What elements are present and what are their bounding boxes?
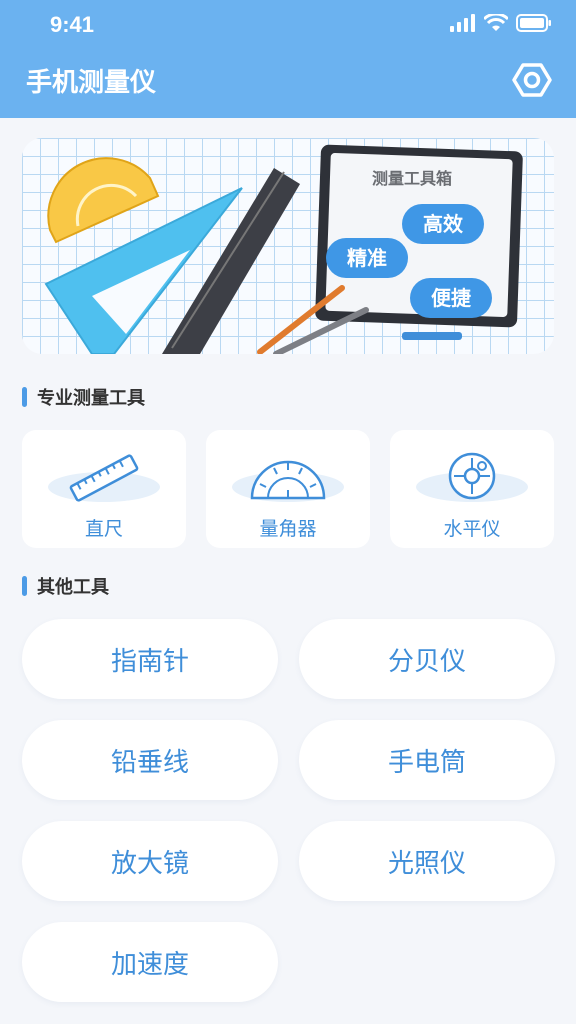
- settings-button[interactable]: [512, 60, 552, 100]
- tool-button-magnifier[interactable]: 放大镜: [22, 821, 278, 901]
- section-header-pro: 专业测量工具: [22, 384, 145, 410]
- status-icons: [450, 14, 552, 32]
- tool-button-light-meter[interactable]: 光照仪: [299, 821, 555, 901]
- protractor-illustration: [47, 157, 160, 244]
- section-marker: [22, 387, 27, 407]
- wifi-icon: [484, 14, 508, 31]
- status-time: 9:41: [50, 12, 95, 37]
- level-icon: [448, 452, 496, 500]
- tool-card-ruler[interactable]: 直尺: [22, 430, 186, 548]
- section-title-pro: 专业测量工具: [37, 388, 145, 409]
- tool-button-decibel-meter[interactable]: 分贝仪: [299, 619, 555, 699]
- section-title-other: 其他工具: [37, 577, 109, 598]
- tool-label-level: 水平仪: [443, 518, 501, 540]
- settings-hex-icon: [512, 63, 552, 97]
- tool-card-level[interactable]: 水平仪: [390, 430, 554, 548]
- tool-button-flashlight[interactable]: 手电筒: [299, 720, 555, 800]
- status-bar: 9:41: [0, 0, 576, 50]
- tool-card-protractor[interactable]: 量角器: [206, 430, 370, 548]
- ruler-icon: [69, 454, 139, 502]
- section-header-other: 其他工具: [22, 573, 109, 599]
- tag-efficient: 高效: [423, 212, 463, 236]
- tool-button-accelerometer[interactable]: 加速度: [22, 922, 278, 1002]
- whiteboard-illustration: 测量工具箱 高效 精准 便捷: [315, 144, 523, 340]
- protractor-icon: [250, 460, 326, 500]
- tool-button-compass[interactable]: 指南针: [22, 619, 278, 699]
- app-header: 9:41 手机测量仪: [0, 0, 576, 118]
- tool-button-plumb-line[interactable]: 铅垂线: [22, 720, 278, 800]
- banner[interactable]: 测量工具箱 高效 精准 便捷: [22, 138, 554, 354]
- signal-icon: [450, 14, 475, 32]
- page-title: 手机测量仪: [26, 68, 157, 98]
- section-marker: [22, 576, 27, 596]
- banner-illustration: 测量工具箱 高效 精准 便捷: [44, 144, 523, 354]
- tag-convenient: 便捷: [431, 286, 472, 310]
- board-title: 测量工具箱: [372, 169, 452, 188]
- tool-label-protractor: 量角器: [259, 518, 317, 540]
- tool-label-ruler: 直尺: [84, 518, 123, 540]
- tag-precise: 精准: [347, 246, 387, 270]
- battery-icon: [516, 14, 551, 32]
